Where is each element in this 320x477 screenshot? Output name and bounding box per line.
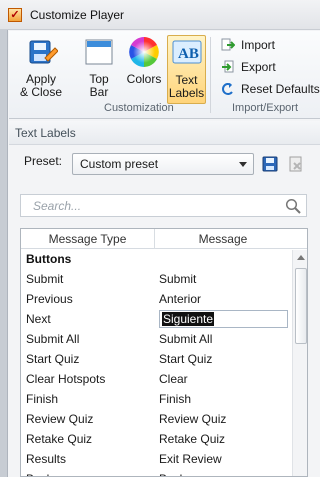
message-type-cell: Previous — [26, 292, 73, 306]
message-type-cell: Next — [26, 312, 51, 326]
text-labels-icon: AB — [170, 36, 204, 70]
message-cell-editing[interactable]: Siguiente — [155, 309, 291, 329]
message-cell[interactable]: Submit — [155, 269, 291, 289]
color-wheel-icon — [127, 35, 161, 69]
text-labels-label: Text Labels — [168, 73, 205, 100]
message-cell[interactable]: Anterior — [155, 289, 291, 309]
panel-title: Text Labels — [15, 126, 76, 140]
message-cell[interactable]: Retake Quiz — [155, 429, 291, 449]
save-preset-button[interactable] — [260, 153, 280, 175]
grid-header: Message Type Message — [21, 229, 307, 249]
colors-label: Colors — [126, 72, 162, 86]
message-cell[interactable]: Submit All — [155, 329, 291, 349]
reset-defaults-button[interactable]: Reset Defaults — [221, 80, 320, 98]
message-type-cell: Results — [26, 452, 67, 466]
text-labels-button[interactable]: AB Text Labels — [167, 35, 206, 104]
export-icon — [221, 60, 235, 74]
table-row[interactable]: Submit Submit — [21, 269, 307, 289]
message-type-cell: Submit All — [26, 332, 80, 346]
preset-label: Preset: — [24, 154, 63, 168]
table-row[interactable]: BackBack — [21, 469, 307, 476]
colors-button[interactable]: Colors — [124, 35, 164, 86]
selected-message-text[interactable]: Siguiente — [162, 312, 215, 326]
import-label: Import — [241, 38, 276, 52]
export-button[interactable]: Export — [221, 58, 276, 76]
message-type-cell: Submit — [26, 272, 64, 286]
save-disk-icon — [24, 35, 59, 69]
preset-selected-value: Custom preset — [80, 157, 159, 171]
ribbon: Apply & Close Top Bar Colors AB Text Lab… — [9, 31, 320, 119]
search-placeholder: Search... — [33, 199, 82, 213]
message-type-column-header[interactable]: Message Type — [21, 229, 155, 249]
search-field[interactable]: Search... — [20, 194, 307, 217]
message-cell[interactable]: Back — [155, 469, 291, 476]
message-cell[interactable]: Start Quiz — [155, 349, 291, 369]
vertical-scrollbar[interactable] — [292, 250, 307, 476]
apply-close-label: Apply & Close — [19, 72, 63, 99]
table-row[interactable]: Results Exit Review — [21, 449, 307, 469]
message-type-cell: Finish — [26, 392, 59, 406]
message-column-header[interactable]: Message — [155, 229, 291, 249]
scroll-up-arrow-icon[interactable] — [297, 255, 305, 260]
delete-preset-button[interactable] — [286, 153, 306, 175]
table-row[interactable]: Review Quiz Review Quiz — [21, 409, 307, 429]
window-title: Customize Player — [30, 8, 125, 22]
top-bar-label: Top Bar — [89, 72, 109, 99]
table-row[interactable]: Retake Quiz Retake Quiz — [21, 429, 307, 449]
table-row-editing[interactable]: Next Siguiente — [21, 309, 307, 329]
message-cell[interactable]: Clear — [155, 369, 291, 389]
delete-document-icon — [289, 156, 302, 172]
panel-header: Text Labels — [9, 121, 320, 145]
message-type-cell: Retake Quiz — [26, 432, 93, 446]
message-cell[interactable]: Finish — [155, 389, 291, 409]
table-row[interactable]: Submit All Submit All — [21, 329, 307, 349]
table-row[interactable]: Start Quiz Start Quiz — [21, 349, 307, 369]
grid-group-buttons: Buttons — [26, 252, 72, 266]
scroll-thumb[interactable] — [295, 268, 307, 344]
import-icon — [221, 38, 235, 52]
preset-dropdown[interactable]: Custom preset — [72, 153, 254, 175]
search-icon — [285, 198, 301, 214]
table-row[interactable]: Previous Anterior — [21, 289, 307, 309]
export-label: Export — [241, 60, 276, 74]
message-grid[interactable]: Message Type Message Buttons Submit Submi… — [20, 228, 308, 477]
reset-icon — [221, 82, 235, 96]
message-edit-field[interactable]: Siguiente — [159, 310, 288, 328]
import-export-group-label: Import/Export — [232, 102, 299, 114]
top-bar-icon — [82, 35, 116, 69]
chevron-down-icon — [239, 162, 247, 167]
message-type-cell: Clear Hotspots — [26, 372, 106, 386]
save-icon — [262, 156, 278, 172]
message-type-cell: Review Quiz — [26, 412, 94, 426]
ribbon-group-divider — [210, 37, 211, 113]
reset-defaults-label: Reset Defaults — [241, 82, 320, 96]
window-edge — [0, 30, 8, 477]
svg-text:AB: AB — [178, 46, 199, 62]
message-cell[interactable]: Review Quiz — [155, 409, 291, 429]
title-bar: ✓ Customize Player — [0, 0, 320, 30]
message-cell[interactable]: Exit Review — [155, 449, 291, 469]
table-row[interactable]: Finish Finish — [21, 389, 307, 409]
app-icon: ✓ — [8, 8, 22, 22]
apply-close-button[interactable]: Apply & Close — [16, 35, 66, 99]
message-type-cell: Start Quiz — [26, 352, 80, 366]
top-bar-button[interactable]: Top Bar — [79, 35, 119, 99]
message-type-cell: Back — [21, 469, 155, 476]
table-row[interactable]: Clear Hotspots Clear — [21, 369, 307, 389]
import-button[interactable]: Import — [221, 36, 275, 54]
customization-group-label: Customization — [104, 102, 174, 114]
